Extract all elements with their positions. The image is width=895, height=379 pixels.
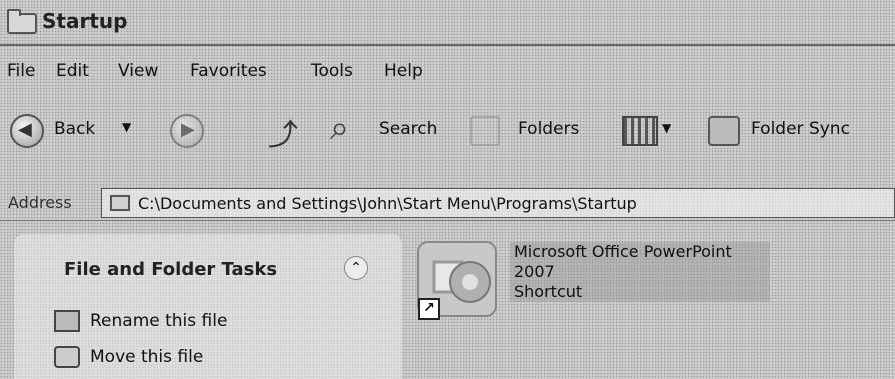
views-dropdown-icon[interactable]: ▼ [662, 121, 671, 135]
file-label: Microsoft Office PowerPoint 2007 Shortcu… [510, 242, 770, 302]
shortcut-arrow-icon: ↗ [418, 298, 440, 320]
move-icon [54, 346, 80, 368]
collapse-chevron-icon[interactable]: ⌃ [344, 256, 368, 280]
folder-sync-button[interactable]: Folder Sync [751, 119, 850, 139]
move-label: Move this file [90, 347, 204, 367]
forward-button[interactable]: ▶ [170, 114, 204, 148]
menu-file[interactable]: File [7, 61, 35, 81]
rename-icon [54, 310, 80, 332]
task-pane: File and Folder Tasks ⌃ Rename this file… [14, 234, 402, 379]
views-icon[interactable] [622, 116, 658, 146]
move-file-task[interactable]: Move this file [54, 346, 203, 368]
menu-view[interactable]: View [118, 61, 158, 81]
address-input[interactable]: C:\Documents and Settings\John\Start Men… [101, 188, 895, 218]
rename-label: Rename this file [90, 311, 228, 331]
back-arrow-icon[interactable]: ◀ [10, 114, 44, 148]
toolbar: ◀ Back ▼ ▶ ⤴ ⌕ Search Folders ▼ Folder S… [0, 104, 895, 160]
back-dropdown-icon[interactable]: ▼ [122, 120, 131, 134]
address-path: C:\Documents and Settings\John\Start Men… [138, 194, 637, 213]
up-folder-icon[interactable]: ⤴ [268, 110, 298, 154]
folders-button[interactable]: Folders [518, 119, 579, 139]
search-button[interactable]: Search [379, 119, 437, 139]
file-item[interactable]: ↗ Microsoft Office PowerPoint 2007 Short… [410, 238, 780, 328]
file-type: Shortcut [514, 282, 583, 301]
menu-favorites[interactable]: Favorites [190, 61, 267, 81]
menu-edit[interactable]: Edit [56, 61, 89, 81]
folders-icon [470, 116, 500, 146]
window-title: Startup [42, 9, 128, 33]
rename-file-task[interactable]: Rename this file [54, 310, 227, 332]
folder-icon [110, 195, 130, 211]
address-bar: Address C:\Documents and Settings\John\S… [0, 188, 895, 221]
folder-icon [7, 9, 37, 34]
file-name: Microsoft Office PowerPoint 2007 [514, 242, 732, 281]
title-bar: Startup [0, 0, 895, 46]
task-pane-header: File and Folder Tasks [64, 259, 278, 280]
folder-sync-icon [708, 116, 740, 146]
search-icon[interactable]: ⌕ [330, 108, 349, 148]
menu-help[interactable]: Help [384, 61, 423, 81]
address-label: Address [8, 193, 72, 212]
back-button[interactable]: Back [54, 119, 95, 139]
menu-tools[interactable]: Tools [311, 61, 353, 81]
